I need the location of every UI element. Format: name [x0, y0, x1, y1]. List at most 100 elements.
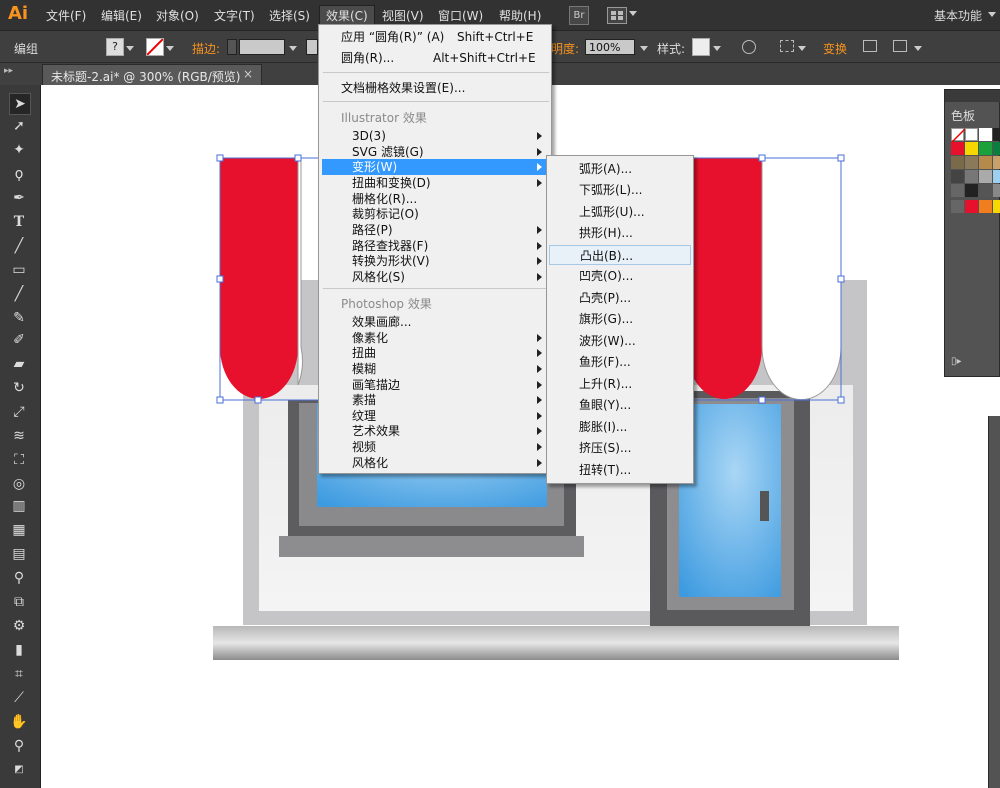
zoom-tool-icon[interactable]: ⚲ [9, 736, 29, 756]
menu-item-ps-stylize[interactable]: 风格化 [322, 455, 548, 471]
menu-object[interactable]: 对象(O) [156, 7, 199, 24]
magic-wand-tool-icon[interactable]: ✦ [9, 140, 29, 160]
recolor-artwork-icon[interactable] [742, 40, 756, 54]
menu-item-bulge[interactable]: 凸出(B)... [549, 245, 691, 265]
color-swatch[interactable] [993, 156, 1000, 169]
workspace-switcher[interactable]: 基本功能 [934, 7, 982, 24]
gradient-tool-icon[interactable]: ▤ [9, 544, 29, 564]
opacity-field[interactable]: 100% [585, 39, 635, 55]
color-swatch[interactable] [993, 200, 1000, 213]
artboard-tool-icon[interactable]: ⌗ [9, 664, 29, 684]
color-swatch[interactable] [965, 142, 978, 155]
opacity-label[interactable]: 明度: [551, 40, 579, 57]
rotate-tool-icon[interactable]: ↻ [9, 378, 29, 398]
color-swatch[interactable] [979, 170, 992, 183]
menu-item-raster-settings[interactable]: 文档栅格效果设置(E)... [319, 80, 551, 96]
color-swatch[interactable] [951, 170, 964, 183]
color-swatch[interactable] [979, 128, 992, 141]
menu-item-inflate[interactable]: 膨胀(I)... [547, 419, 693, 435]
menu-item-pixelate[interactable]: 像素化 [322, 330, 548, 346]
panel-header[interactable] [945, 90, 1000, 102]
menu-item-sketch[interactable]: 素描 [322, 392, 548, 408]
menu-item-arc[interactable]: 弧形(A)... [547, 161, 693, 177]
direct-selection-tool-icon[interactable]: ➚ [9, 116, 29, 136]
menu-edit[interactable]: 编辑(E) [101, 7, 142, 24]
arrange-icon[interactable] [893, 40, 907, 52]
menu-view[interactable]: 视图(V) [382, 7, 424, 24]
chevron-down-icon[interactable] [126, 46, 134, 51]
menu-select[interactable]: 选择(S) [269, 7, 310, 24]
chevron-down-icon[interactable] [629, 11, 637, 16]
menu-item-shell-lower[interactable]: 凹壳(O)... [547, 268, 693, 284]
color-swatch[interactable] [965, 170, 978, 183]
align-to-icon[interactable] [780, 40, 794, 52]
menu-item-arch[interactable]: 拱形(H)... [547, 225, 693, 241]
none-swatch-icon[interactable] [951, 128, 966, 143]
swatch-libraries-icon[interactable]: ▯▸ [951, 356, 962, 367]
symbol-sprayer-tool-icon[interactable]: ⚙ [9, 616, 29, 636]
fill-swatch-icon[interactable]: ? [106, 38, 124, 56]
color-swatch[interactable] [979, 184, 992, 197]
rectangle-tool-icon[interactable]: ▭ [9, 260, 29, 280]
chevron-down-icon[interactable] [914, 46, 922, 51]
menu-item-crop-marks[interactable]: 裁剪标记(O) [322, 206, 548, 222]
pencil-tool-icon[interactable]: ✎ [9, 308, 29, 328]
menu-item-arc-upper[interactable]: 上弧形(U)... [547, 204, 693, 220]
document-tab[interactable]: 未标题-2.ai* @ 300% (RGB/预览) × [42, 64, 262, 85]
menu-item-flag[interactable]: 旗形(G)... [547, 311, 693, 327]
registration-swatch-icon[interactable] [965, 128, 978, 141]
column-graph-tool-icon[interactable]: ▮ [9, 640, 29, 660]
close-icon[interactable]: × [243, 67, 253, 81]
menu-item-effect-gallery[interactable]: 效果画廊... [322, 314, 548, 330]
type-tool-icon[interactable]: T [9, 212, 29, 232]
hand-tool-icon[interactable]: ✋ [9, 712, 29, 732]
menu-item-fisheye[interactable]: 鱼眼(Y)... [547, 397, 693, 413]
menu-item-blur[interactable]: 模糊 [322, 361, 548, 377]
chevron-down-icon[interactable] [640, 46, 648, 51]
menu-type[interactable]: 文字(T) [214, 7, 255, 24]
collapse-panel-icon[interactable]: ▸▸ [4, 66, 13, 76]
folder-swatch-icon[interactable] [951, 184, 964, 197]
transform-link[interactable]: 变换 [823, 40, 847, 57]
graphic-style-swatch[interactable] [692, 38, 710, 56]
color-swatch[interactable] [993, 184, 1000, 197]
fill-stroke-icon[interactable]: ◩ [9, 760, 29, 780]
pen-tool-icon[interactable]: ✒ [9, 188, 29, 208]
paintbrush-tool-icon[interactable]: ╱ [9, 284, 29, 304]
menu-window[interactable]: 窗口(W) [438, 7, 483, 24]
menu-item-brush-strokes[interactable]: 画笔描边 [322, 377, 548, 393]
color-swatch[interactable] [979, 142, 992, 155]
color-swatch[interactable] [951, 156, 964, 169]
shape-builder-tool-icon[interactable]: ◎ [9, 474, 29, 494]
color-swatch[interactable] [979, 200, 992, 213]
lasso-tool-icon[interactable]: ϙ [9, 164, 29, 184]
chevron-down-icon[interactable] [166, 46, 174, 51]
menu-item-apply-last-effect[interactable]: 应用 “圆角(R)” (A) Shift+Ctrl+E [319, 29, 551, 45]
menu-item-distort[interactable]: 扭曲 [322, 345, 548, 361]
menu-item-pathfinder[interactable]: 路径查找器(F) [322, 238, 548, 254]
menu-item-rasterize[interactable]: 栅格化(R)... [322, 191, 548, 207]
menu-file[interactable]: 文件(F) [46, 7, 86, 24]
menu-item-texture[interactable]: 纹理 [322, 408, 548, 424]
menu-item-artistic[interactable]: 艺术效果 [322, 423, 548, 439]
blob-brush-tool-icon[interactable]: ✐ [9, 330, 29, 350]
width-tool-icon[interactable]: ≋ [9, 426, 29, 446]
menu-item-wave[interactable]: 波形(W)... [547, 333, 693, 349]
menu-item-convert-to-shape[interactable]: 转换为形状(V) [322, 253, 548, 269]
menu-item-arc-lower[interactable]: 下弧形(L)... [547, 182, 693, 198]
color-swatch[interactable] [965, 200, 978, 213]
swatches-panel-title[interactable]: 色板 [951, 107, 975, 124]
chevron-down-icon[interactable] [798, 46, 806, 51]
free-transform-tool-icon[interactable]: ⛶ [9, 450, 29, 470]
slice-tool-icon[interactable]: ⟋ [9, 688, 29, 708]
scale-tool-icon[interactable]: ⤢ [9, 402, 29, 422]
menu-item-video[interactable]: 视频 [322, 439, 548, 455]
menu-item-distort-transform[interactable]: 扭曲和变换(D) [322, 175, 548, 191]
menu-item-shell-upper[interactable]: 凸壳(P)... [547, 290, 693, 306]
graph-tool-icon[interactable]: ▥ [9, 496, 29, 516]
menu-item-stylize[interactable]: 风格化(S) [322, 269, 548, 285]
chevron-down-icon[interactable] [713, 46, 721, 51]
eyedropper-tool-icon[interactable]: ⚲ [9, 568, 29, 588]
menu-item-fish[interactable]: 鱼形(F)... [547, 354, 693, 370]
menu-item-rise[interactable]: 上升(R)... [547, 376, 693, 392]
